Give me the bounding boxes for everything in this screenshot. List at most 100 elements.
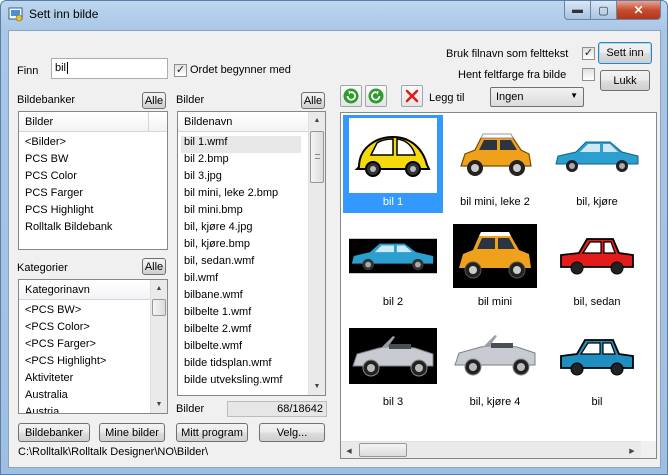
- scroll-thumb[interactable]: [359, 443, 407, 457]
- check-mark-icon: ✓: [583, 47, 594, 59]
- images-list-item[interactable]: bilde tidsplan.wmf: [181, 357, 301, 374]
- banks-list-item[interactable]: PCS Highlight: [25, 204, 93, 221]
- alle-banks-button[interactable]: Alle: [142, 92, 166, 109]
- gallery-tile[interactable]: bil: [547, 315, 647, 413]
- gallery-tile-caption: bil, kjøre 4: [469, 396, 521, 408]
- gallery-tile[interactable]: bil 1: [343, 115, 443, 213]
- banks-list[interactable]: Bilder <Bilder> PCS BW PCS Color PCS Farger…: [18, 111, 168, 250]
- gallery-tile[interactable]: bil 2: [343, 215, 443, 313]
- categories-list-item[interactable]: Austria: [25, 406, 59, 413]
- alle-categories-button[interactable]: Alle: [142, 258, 166, 275]
- add-to-select[interactable]: Ingen ▼: [490, 87, 584, 107]
- blue-sedan-photo-dark-icon: [349, 218, 437, 293]
- banks-list-item[interactable]: PCS BW: [25, 153, 68, 170]
- categories-list-item[interactable]: Australia: [25, 389, 68, 406]
- delete-button[interactable]: [401, 85, 423, 107]
- scroll-up-icon[interactable]: ▲: [309, 112, 325, 129]
- image-count-label: Bilder: [176, 403, 205, 415]
- images-list-item[interactable]: bilbelte.wmf: [181, 340, 301, 357]
- alle-images-button[interactable]: Alle: [301, 92, 325, 109]
- dialog-window: Sett inn bilde ▬ ▢ ✕ Finn bil ✓ Ordet be…: [0, 0, 668, 475]
- images-list-item[interactable]: bilbelte 2.wmf: [181, 323, 301, 340]
- search-input-value: bil: [55, 62, 67, 74]
- image-gallery[interactable]: bil 1 bil mini, leke 2 bil, kjøre bil 2 bil …: [340, 112, 657, 459]
- categories-list-item[interactable]: <PCS Farger>: [25, 338, 96, 355]
- scroll-down-icon[interactable]: ▼: [309, 378, 325, 395]
- images-list[interactable]: Bildenavn bil 1.wmf bil 2.bmp bil 3.jpg bil…: [177, 111, 326, 396]
- gallery-tile[interactable]: bil, kjøre 4: [445, 315, 545, 413]
- starts-with-label: Ordet begynner med: [190, 64, 291, 76]
- images-list-item[interactable]: bilbane.wmf: [181, 289, 301, 306]
- images-list-item[interactable]: bil 2.bmp: [181, 153, 301, 170]
- gallery-tile[interactable]: bil, kjøre: [547, 115, 647, 213]
- images-list-item[interactable]: bil.wmf: [181, 272, 301, 289]
- blue-sedan-photo-icon: [553, 118, 641, 193]
- maximize-button[interactable]: ▢: [591, 1, 617, 20]
- banks-list-item[interactable]: <Bilder>: [25, 136, 66, 153]
- categories-list-item[interactable]: <PCS BW>: [25, 304, 81, 321]
- close-button[interactable]: Lukk: [600, 70, 650, 91]
- dialog-client: Finn bil ✓ Ordet begynner med Bruk filna…: [8, 30, 661, 468]
- starts-with-checkbox[interactable]: ✓: [174, 64, 187, 77]
- use-filename-checkbox[interactable]: ✓: [582, 47, 595, 60]
- orange-mini-car-dark-icon: [451, 218, 539, 293]
- images-list-item[interactable]: bil mini, leke 2.bmp: [181, 187, 301, 204]
- gallery-tile-caption: bil mini, leke 2: [460, 196, 530, 208]
- images-list-item[interactable]: bilde utveksling.wmf: [181, 374, 301, 391]
- categories-list-header[interactable]: Kategorinavn: [19, 280, 150, 300]
- images-label: Bilder: [176, 94, 205, 106]
- gallery-tile-caption: bil 1: [382, 196, 404, 208]
- scroll-thumb[interactable]: [152, 299, 166, 316]
- title-bar[interactable]: Sett inn bilde ▬ ▢ ✕: [1, 1, 667, 29]
- gallery-hscrollbar[interactable]: ◀ ▶: [341, 441, 641, 458]
- delete-icon: [405, 89, 419, 103]
- insert-button[interactable]: Sett inn: [598, 42, 652, 64]
- categories-list-item[interactable]: Aktiviteter: [25, 372, 73, 389]
- images-list-item[interactable]: bil, sedan.wmf: [181, 255, 301, 272]
- scroll-thumb[interactable]: [310, 131, 324, 183]
- add-to-label: Legg til: [429, 92, 465, 104]
- gallery-tile-caption: bil mini: [477, 296, 513, 308]
- images-list-item[interactable]: bil 1.wmf: [181, 136, 301, 153]
- scroll-up-icon[interactable]: ▲: [151, 280, 167, 297]
- size-grip: [641, 441, 656, 458]
- scroll-down-icon[interactable]: ▼: [151, 396, 167, 413]
- gallery-tile[interactable]: bil, sedan: [547, 215, 647, 313]
- banks-list-item[interactable]: Rolltalk Bildebank: [25, 221, 112, 238]
- banks-list-item[interactable]: PCS Farger: [25, 187, 83, 204]
- gallery-tile[interactable]: bil mini, leke 2: [445, 115, 545, 213]
- velg-button[interactable]: Velg...: [259, 423, 325, 442]
- minimize-button[interactable]: ▬: [564, 1, 591, 20]
- undo-button[interactable]: [340, 85, 362, 107]
- redo-button[interactable]: [365, 85, 387, 107]
- banks-label: Bildebanker: [17, 94, 76, 106]
- images-list-item[interactable]: bilbelte 1.wmf: [181, 306, 301, 323]
- images-list-item[interactable]: bil mini.bmp: [181, 204, 301, 221]
- categories-list-item[interactable]: <PCS Color>: [25, 321, 90, 338]
- gallery-tile-caption: bil 2: [382, 296, 404, 308]
- banks-list-item[interactable]: PCS Color: [25, 170, 77, 187]
- images-list-item[interactable]: bil, kjøre.bmp: [181, 238, 301, 255]
- undo-icon: [343, 88, 359, 104]
- gallery-tile[interactable]: bil mini: [445, 215, 545, 313]
- mine-bilder-button[interactable]: Mine bilder: [99, 423, 165, 442]
- categories-label: Kategorier: [17, 262, 68, 274]
- categories-list[interactable]: Kategorinavn <PCS BW> <PCS Color> <PCS Far…: [18, 279, 168, 414]
- categories-list-item[interactable]: <PCS Highlight>: [25, 355, 106, 372]
- images-list-item[interactable]: bil 3.jpg: [181, 170, 301, 187]
- scroll-right-icon[interactable]: ▶: [624, 442, 640, 458]
- close-window-button[interactable]: ✕: [617, 1, 661, 20]
- categories-scrollbar[interactable]: ▲ ▼: [150, 280, 167, 413]
- check-mark-icon: ✓: [175, 64, 186, 76]
- images-scrollbar[interactable]: ▲ ▼: [308, 112, 325, 395]
- gallery-tile[interactable]: bil 3: [343, 315, 443, 413]
- search-input[interactable]: bil: [51, 58, 168, 79]
- mitt-program-button[interactable]: Mitt program: [176, 423, 248, 442]
- images-list-header[interactable]: Bildenavn: [178, 112, 308, 132]
- images-list-item[interactable]: bil, kjøre 4.jpg: [181, 221, 301, 238]
- banks-list-header[interactable]: Bilder: [19, 112, 167, 132]
- scroll-left-icon[interactable]: ◀: [341, 442, 357, 458]
- bildebanker-button[interactable]: Bildebanker: [18, 423, 90, 442]
- fetch-color-checkbox[interactable]: [582, 68, 595, 81]
- redo-icon: [368, 88, 384, 104]
